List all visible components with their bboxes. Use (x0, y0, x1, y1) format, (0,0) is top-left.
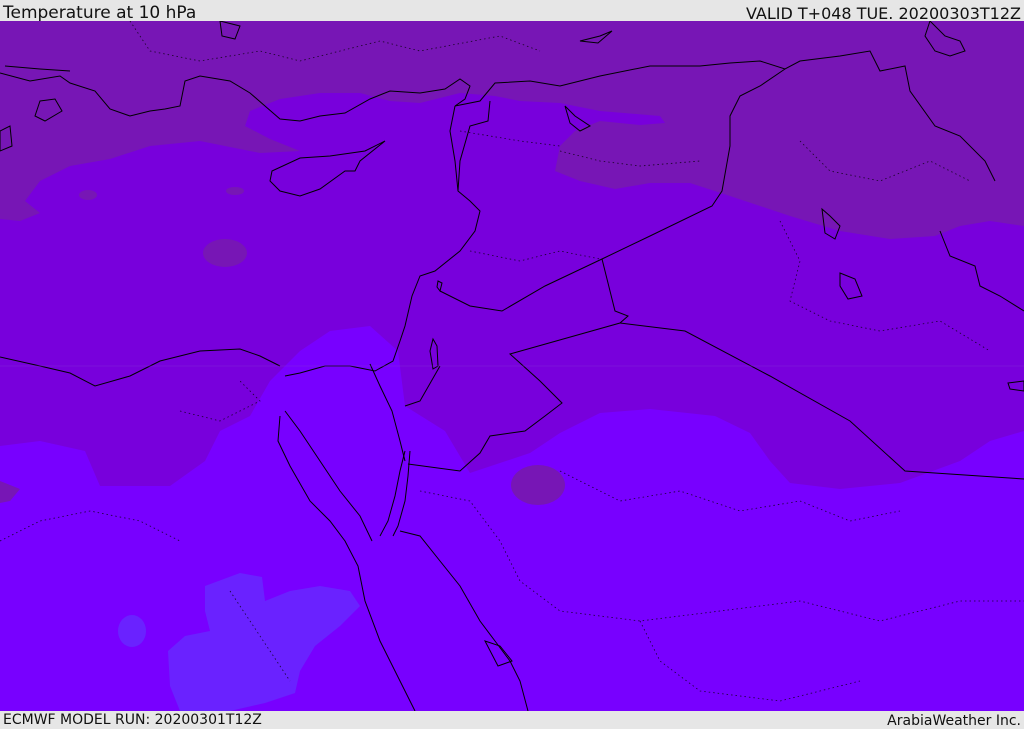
credit-label: ArabiaWeather Inc. (887, 713, 1021, 729)
temperature-band-mild (118, 615, 146, 647)
header-bar: Temperature at 10 hPa VALID T+048 TUE. 2… (0, 0, 1024, 23)
temperature-blob-coldest (226, 187, 244, 195)
temperature-blob-coldest (79, 190, 97, 200)
map-title: Temperature at 10 hPa (3, 3, 197, 23)
footer-bar: ECMWF MODEL RUN: 20200301T12Z ArabiaWeat… (0, 711, 1024, 729)
map-panel[interactable] (0, 21, 1024, 711)
model-run-label: ECMWF MODEL RUN: 20200301T12Z (3, 712, 262, 728)
temperature-blob-coldest (511, 465, 565, 505)
temperature-blob-coldest (203, 239, 247, 267)
temperature-map (0, 21, 1024, 711)
